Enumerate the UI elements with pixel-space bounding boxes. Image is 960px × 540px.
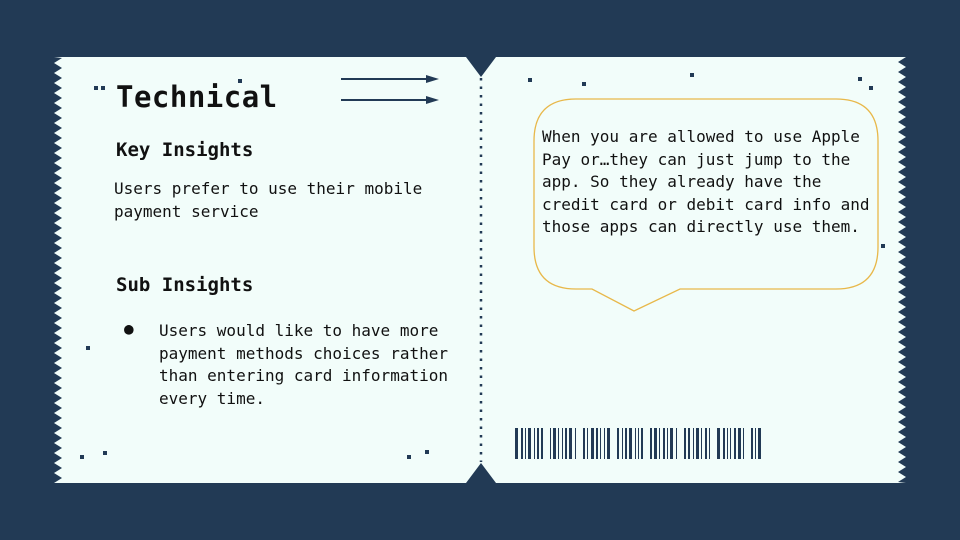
barcode-bar (550, 428, 551, 459)
sub-insights-heading: Sub Insights (116, 274, 254, 296)
barcode-bar (659, 428, 660, 459)
dot (101, 86, 105, 90)
barcode-bar (693, 428, 694, 459)
dot (869, 86, 873, 90)
barcode-bar (562, 428, 563, 459)
barcode-bar (553, 428, 556, 459)
barcode-bar (537, 428, 539, 459)
barcode-bar (667, 428, 668, 459)
barcode-bar (625, 428, 627, 459)
barcode-bar (751, 428, 753, 459)
barcode-bar (663, 428, 665, 459)
barcode-bar (575, 428, 576, 459)
barcode-bar (650, 428, 652, 459)
bullet-icon: ● (124, 319, 134, 338)
barcode-bar (528, 428, 531, 459)
barcode-bar (638, 428, 639, 459)
barcode-bar (596, 428, 598, 459)
barcode-bar (743, 428, 744, 459)
barcode-bar (755, 428, 756, 459)
barcode-bar (688, 428, 690, 459)
barcode-bar (604, 428, 605, 459)
dot (690, 73, 694, 77)
page-title: Technical (116, 80, 278, 114)
dot (94, 86, 98, 90)
barcode-bar (587, 428, 588, 459)
dot (528, 78, 532, 82)
barcode-bar (629, 428, 632, 459)
barcode-bar (515, 428, 518, 459)
dot (86, 346, 90, 350)
barcode-bar (565, 428, 567, 459)
key-insights-text: Users prefer to use their mobile payment… (114, 179, 423, 221)
barcode-bar (734, 428, 736, 459)
barcode-bar (709, 428, 710, 459)
barcode-bar (607, 428, 610, 459)
barcode-bar (622, 428, 623, 459)
barcode-bar (705, 428, 707, 459)
dot (407, 455, 411, 459)
barcode-bar (696, 428, 699, 459)
barcode-bar (654, 428, 657, 459)
key-insights-heading: Key Insights (116, 139, 254, 161)
barcode-bar (730, 428, 731, 459)
barcode-bar (534, 428, 535, 459)
sub-insight-item: Users would like to have more payment me… (159, 321, 448, 408)
barcode-bar (600, 428, 601, 459)
barcode-bar (670, 428, 673, 459)
dot (103, 451, 107, 455)
barcode-bar (591, 428, 594, 459)
barcode-bar (701, 428, 702, 459)
barcode-bar (684, 428, 686, 459)
quote-text: When you are allowed to use Apple Pay or… (542, 127, 870, 236)
barcode-bar (723, 428, 725, 459)
barcode-bar (676, 428, 677, 459)
barcode-bar (738, 428, 741, 459)
barcode-bar (583, 428, 585, 459)
barcode-bar (521, 428, 523, 459)
barcode-bar (758, 428, 761, 459)
dot (858, 77, 862, 81)
dot (582, 82, 586, 86)
barcode-bar (569, 428, 572, 459)
dot (425, 450, 429, 454)
barcode-bar (525, 428, 526, 459)
barcode-bar (641, 428, 643, 459)
barcode-bar (727, 428, 728, 459)
barcode-bar (558, 428, 559, 459)
barcode-bar (635, 428, 636, 459)
barcode-bar (541, 428, 543, 459)
dot (881, 244, 885, 248)
dot (80, 455, 84, 459)
barcode-bar (617, 428, 619, 459)
barcode-bar (717, 428, 720, 459)
